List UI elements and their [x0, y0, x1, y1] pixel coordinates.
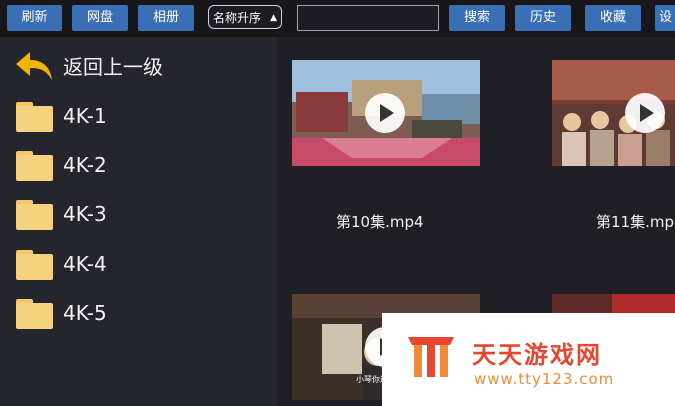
- settings-button[interactable]: 设: [655, 5, 675, 31]
- refresh-button[interactable]: 刷新: [7, 5, 62, 31]
- folder-label: 4K-1: [63, 104, 107, 128]
- folder-label: 4K-3: [63, 202, 107, 226]
- folder-icon: [16, 250, 53, 280]
- watermark-url: www.tty123.com: [474, 370, 615, 388]
- back-label: 返回上一级: [63, 55, 163, 79]
- folder-label: 4K-2: [63, 153, 107, 177]
- sort-arrows-icon: ▲: [270, 13, 277, 23]
- folder-icon: [16, 151, 53, 181]
- folder-label: 4K-5: [63, 301, 107, 325]
- back-arrow-icon: [16, 52, 52, 80]
- folder-item-4k-5[interactable]: 4K-5: [0, 290, 278, 336]
- video-thumbnail-10[interactable]: [292, 60, 480, 166]
- sort-select-label: 名称升序: [213, 11, 262, 25]
- folder-item-4k-1[interactable]: 4K-1: [0, 93, 278, 139]
- file-name[interactable]: 第10集.mp4: [336, 211, 424, 232]
- play-icon: [625, 93, 665, 133]
- folder-icon: [16, 102, 53, 132]
- file-name[interactable]: 第11集.mp4: [596, 211, 675, 232]
- watermark-logo-icon: [408, 337, 454, 377]
- search-button[interactable]: 搜索: [449, 5, 505, 31]
- video-thumbnail-11[interactable]: [552, 60, 675, 166]
- toolbar: 刷新 网盘 相册 名称升序 ▲ 搜索 历史 收藏 设: [0, 0, 675, 37]
- folder-item-4k-3[interactable]: 4K-3: [0, 191, 278, 237]
- favorites-button[interactable]: 收藏: [585, 5, 641, 31]
- album-button[interactable]: 相册: [138, 5, 194, 31]
- folder-item-4k-2[interactable]: 4K-2: [0, 142, 278, 188]
- sidebar: 返回上一级 4K-1 4K-2 4K-3 4K-4 4K-5: [0, 37, 278, 406]
- watermark-title: 天天游戏网: [472, 341, 602, 369]
- sort-select[interactable]: 名称升序 ▲: [208, 5, 282, 29]
- folder-icon: [16, 299, 53, 329]
- history-button[interactable]: 历史: [515, 5, 571, 31]
- search-input[interactable]: [297, 5, 439, 31]
- folder-label: 4K-4: [63, 252, 107, 276]
- watermark: 天天游戏网 www.tty123.com: [382, 313, 675, 406]
- back-item[interactable]: 返回上一级: [0, 44, 278, 90]
- folder-item-4k-4[interactable]: 4K-4: [0, 241, 278, 287]
- play-icon: [365, 93, 405, 133]
- netdisk-button[interactable]: 网盘: [72, 5, 128, 31]
- folder-icon: [16, 200, 53, 230]
